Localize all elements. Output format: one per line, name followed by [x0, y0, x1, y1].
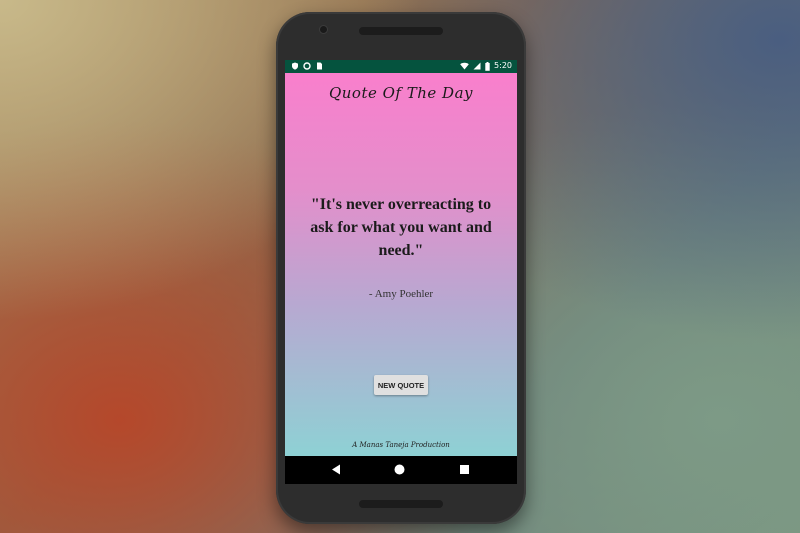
shield-icon	[292, 62, 298, 70]
new-quote-button[interactable]: NEW QUOTE	[374, 375, 428, 395]
battery-icon	[485, 61, 490, 71]
quote-text: "It's never overreacting to ask for what…	[310, 196, 492, 259]
status-time: 5:20	[494, 61, 512, 70]
status-bar: 5:20	[285, 60, 517, 73]
front-camera	[320, 26, 327, 33]
app-content: Quote Of The Day "It's never overreactin…	[285, 73, 517, 456]
circle-icon	[303, 62, 311, 70]
home-icon[interactable]	[394, 464, 405, 475]
app-title: Quote Of The Day	[328, 84, 474, 102]
back-icon[interactable]	[331, 464, 341, 475]
top-speaker	[359, 27, 443, 35]
bottom-speaker	[359, 500, 443, 508]
phone-screen: 5:20 Quote Of The Day "It's never overre…	[285, 60, 517, 484]
navigation-bar	[285, 456, 517, 484]
quote-author: - Amy Poehler	[368, 288, 434, 300]
signal-icon	[473, 62, 481, 70]
sim-card-icon	[317, 62, 322, 70]
footer-credit: A Manas Taneja Production	[352, 441, 450, 449]
phone-device: 5:20 Quote Of The Day "It's never overre…	[276, 12, 526, 524]
wifi-icon	[460, 62, 469, 70]
recents-icon[interactable]	[460, 465, 469, 474]
